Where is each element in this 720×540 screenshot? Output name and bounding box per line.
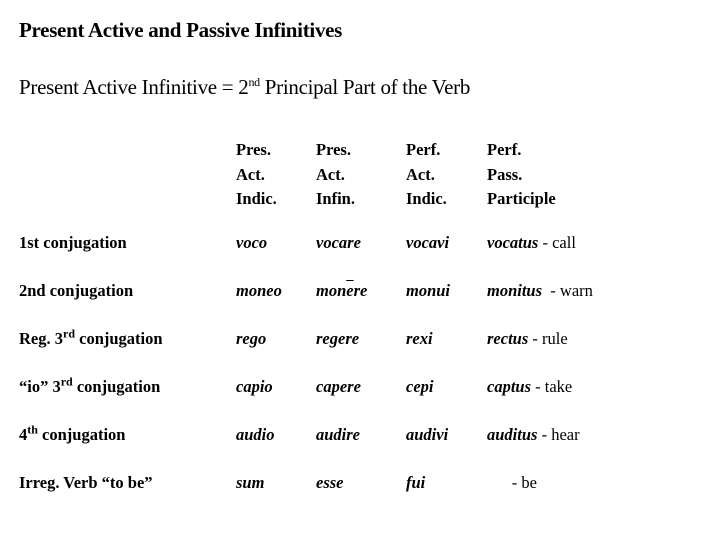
- infinitive-part: regere: [316, 329, 360, 348]
- present-active-infinitive: capere: [316, 377, 361, 397]
- header-line: Act.: [316, 164, 345, 184]
- infinitive-part: mon: [316, 281, 347, 300]
- header-line: Pres.: [236, 140, 271, 159]
- english-gloss: - be: [487, 473, 537, 492]
- perfect-passive-participle: rectus - rule: [487, 329, 568, 349]
- infinitive-part: esse: [316, 473, 344, 492]
- label-text: 1st conjugation: [19, 233, 127, 252]
- header-line: Pass.: [487, 164, 523, 184]
- page-title: Present Active and Passive Infinitives: [19, 18, 343, 42]
- header-line: Perf.: [487, 140, 522, 159]
- perfect-active-indicative: monui: [406, 281, 451, 300]
- label-superscript: th: [27, 422, 38, 437]
- conjugation-label: “io” 3rd conjugation: [19, 374, 161, 397]
- header-line: Indic.: [406, 189, 447, 208]
- subtitle: Present Active Infinitive = 2nd Principa…: [19, 75, 470, 100]
- label-text: 4: [19, 425, 28, 444]
- label-text: 2nd conjugation: [19, 281, 134, 300]
- perfect-active-indicative: vocavi: [406, 233, 450, 252]
- infinitive-part: re: [353, 281, 368, 300]
- perfect-passive-participle: auditus - hear: [487, 425, 580, 445]
- conjugation-label: 1st conjugation: [19, 233, 127, 253]
- present-active-infinitive: regere: [316, 329, 359, 349]
- label-superscript: rd: [60, 374, 73, 389]
- label-text: Reg. 3: [19, 329, 63, 348]
- subtitle-prefix: Present Active Infinitive = 2: [19, 75, 249, 99]
- column-header-perf-act-indic: Perf. Act. Indic.: [406, 138, 447, 212]
- conjugation-label: Reg. 3rd conjugation: [19, 326, 163, 349]
- participle-text: vocatus: [487, 233, 539, 252]
- table-row: 4th conjugation audio audire audivi auditus …: [0, 422, 720, 455]
- header-line: Act.: [236, 164, 265, 184]
- label-text: conjugation: [37, 425, 126, 444]
- english-gloss: - warn: [542, 281, 593, 300]
- header-line: Act.: [406, 164, 435, 184]
- label-text: “io” 3: [19, 377, 61, 396]
- conjugation-label: Irreg. Verb “to be”: [19, 473, 153, 493]
- present-active-indicative: moneo: [236, 281, 282, 300]
- conjugation-label: 2nd conjugation: [19, 281, 133, 301]
- english-gloss: - rule: [528, 329, 568, 348]
- header-line: Perf.: [406, 140, 441, 159]
- table-row: 1st conjugation voco vocare vocavi vocatus -…: [0, 233, 720, 263]
- perfect-passive-participle: captus - take: [487, 377, 572, 397]
- present-active-infinitive: esse: [316, 473, 344, 493]
- conjugation-label: 4th conjugation: [19, 422, 126, 445]
- perfect-passive-participle: monitus - warn: [487, 281, 593, 301]
- present-active-infinitive: vocare: [316, 233, 361, 253]
- header-line: Indic.: [236, 189, 277, 208]
- label-text: conjugation: [72, 377, 161, 396]
- perfect-active-indicative: rexi: [406, 329, 433, 348]
- present-active-indicative: audio: [236, 425, 275, 444]
- infinitive-part: audire: [316, 425, 361, 444]
- present-active-indicative: rego: [236, 329, 267, 348]
- present-active-infinitive: audire: [316, 425, 360, 445]
- table-row: 2nd conjugation moneo monere monui monitus -…: [0, 281, 720, 311]
- table-row: Reg. 3rd conjugation rego regere rexi rectus…: [0, 326, 720, 359]
- english-gloss: - take: [531, 377, 573, 396]
- perfect-passive-participle: - be: [487, 473, 537, 493]
- participle-text: rectus: [487, 329, 529, 348]
- column-header-pres-act-indic: Pres. Act. Indic.: [236, 138, 277, 212]
- present-active-infinitive: monere: [316, 281, 367, 301]
- table-row: Irreg. Verb “to be” sum esse fui - be: [0, 473, 720, 503]
- infinitive-part: capere: [316, 377, 361, 396]
- subtitle-superscript: nd: [248, 75, 260, 89]
- perfect-active-indicative: cepi: [406, 377, 434, 396]
- subtitle-suffix: Principal Part of the Verb: [259, 75, 471, 99]
- perfect-active-indicative: fui: [406, 473, 426, 492]
- present-active-indicative: sum: [236, 473, 265, 492]
- infinitive-long-vowel: e: [346, 281, 354, 300]
- participle-text: monitus: [487, 281, 543, 300]
- header-line: Participle: [487, 189, 556, 208]
- participle-text: captus: [487, 377, 532, 396]
- english-gloss: - hear: [537, 425, 580, 444]
- perfect-passive-participle: vocatus - call: [487, 233, 576, 253]
- label-superscript: rd: [63, 326, 75, 341]
- label-text: conjugation: [75, 329, 163, 348]
- participle-text: auditus: [487, 425, 538, 444]
- header-line: Infin.: [316, 189, 355, 208]
- english-gloss: - call: [538, 233, 576, 252]
- header-line: Pres.: [316, 140, 351, 159]
- table-row: “io” 3rd conjugation capio capere cepi captu…: [0, 374, 720, 407]
- present-active-indicative: capio: [236, 377, 273, 396]
- column-header-pres-act-infin: Pres. Act. Infin.: [316, 138, 355, 212]
- present-active-indicative: voco: [236, 233, 268, 252]
- label-text: Irreg. Verb “to be”: [19, 473, 153, 492]
- column-header-perf-pass-participle: Perf. Pass. Participle: [487, 138, 556, 212]
- infinitive-part: vocare: [316, 233, 361, 252]
- perfect-active-indicative: audivi: [406, 425, 449, 444]
